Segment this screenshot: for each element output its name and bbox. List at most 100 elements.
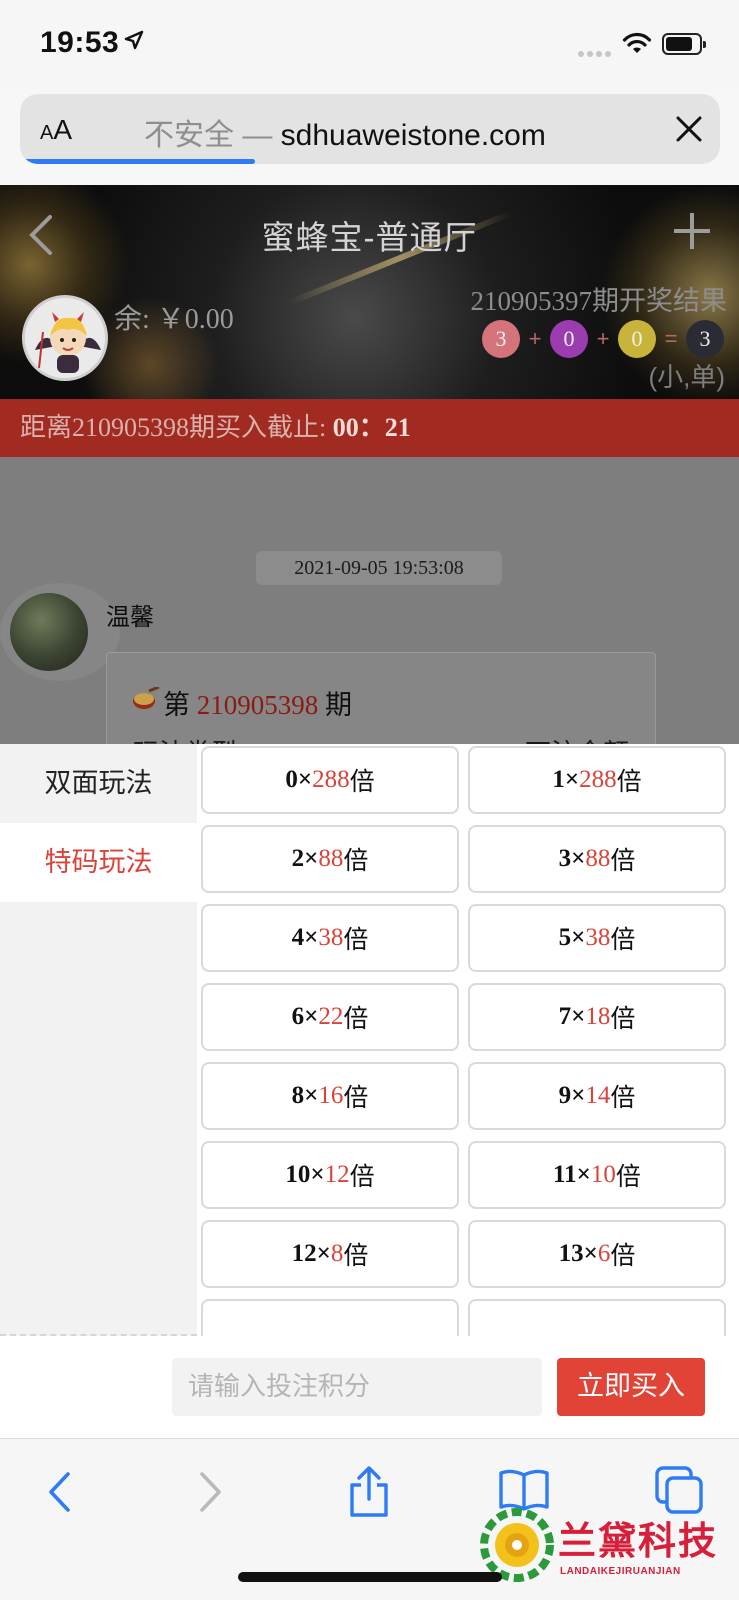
odds-option-3[interactable]: 3 × 88 倍 — [468, 825, 726, 893]
tab-special-number[interactable]: 特码玩法 — [0, 823, 197, 902]
odds-multiplier: 6 — [597, 1240, 611, 1267]
page-load-progress — [24, 159, 255, 164]
odds-option-11[interactable]: 11 × 10 倍 — [468, 1141, 726, 1209]
odds-multiplier: 10 — [590, 1161, 616, 1188]
odds-number: 6 — [291, 1003, 305, 1030]
cellular-signal-icon — [578, 44, 614, 57]
back-icon[interactable] — [46, 1471, 72, 1513]
url-text[interactable]: 不安全 — sdhuaweistone.com — [144, 110, 546, 154]
times-sign: × — [310, 1161, 325, 1188]
result-balls: 3 + 0 + 0 = 3 — [482, 319, 724, 359]
odds-number: 9 — [558, 1082, 572, 1109]
times-sign: × — [316, 1240, 331, 1267]
brand-watermark: 兰黛科技 LANDAIKEJIRUANJIAN — [480, 1506, 730, 1592]
user-avatar[interactable] — [22, 295, 108, 381]
odds-number: 0 — [285, 766, 298, 793]
times-sign: × — [304, 1003, 319, 1030]
odds-option-1[interactable]: 1 × 288 倍 — [468, 746, 726, 814]
buy-now-button[interactable]: 立即买入 — [557, 1358, 705, 1416]
odds-unit: 倍 — [610, 927, 636, 954]
purchase-bar: 立即买入 — [0, 1336, 739, 1438]
odds-unit: 倍 — [610, 1085, 636, 1112]
close-icon[interactable] — [672, 112, 706, 146]
odds-option-10[interactable]: 10 × 12 倍 — [201, 1141, 459, 1209]
url-domain: sdhuaweistone.com — [280, 119, 546, 152]
odds-multiplier: 38 — [318, 924, 344, 951]
odds-option-6[interactable]: 6 × 22 倍 — [201, 983, 459, 1051]
result-operator: + — [528, 326, 542, 351]
times-sign: × — [571, 845, 586, 872]
url-separator: — — [234, 119, 281, 152]
share-icon[interactable] — [346, 1465, 392, 1519]
bet-points-input[interactable] — [172, 1358, 542, 1416]
forward-icon[interactable] — [198, 1471, 224, 1513]
insecure-label: 不安全 — [144, 119, 234, 152]
bet-selection-sheet: 双面玩法 特码玩法 0 × 288 倍 1 × 288 倍 2 × 88 倍 3 × 88 倍 4 × 38 倍 5 × 3… — [0, 744, 739, 1336]
room-header: 蜜蜂宝-普通厅 余: ￥0.00 210905397期开奖结果 3 + 0 + … — [0, 185, 739, 399]
odds-option-9[interactable]: 9 × 14 倍 — [468, 1062, 726, 1130]
odds-multiplier: 14 — [585, 1082, 611, 1109]
chat-username: 温馨 — [106, 604, 154, 631]
times-sign: × — [304, 924, 319, 951]
countdown-label: 距离210905398期买入截止: — [20, 413, 333, 442]
odds-option-partial[interactable] — [468, 1299, 726, 1336]
odds-unit: 倍 — [343, 927, 369, 954]
odds-number: 2 — [291, 845, 305, 872]
odds-option-0[interactable]: 0 × 288 倍 — [201, 746, 459, 814]
odds-multiplier: 88 — [585, 845, 611, 872]
chat-area: 2021-09-05 19:53:08 温馨 第 210905398 期 玩法类… — [0, 457, 739, 744]
odds-unit: 倍 — [615, 1164, 641, 1191]
odds-unit: 倍 — [610, 848, 636, 875]
odds-multiplier: 288 — [312, 766, 350, 793]
odds-unit: 倍 — [616, 769, 642, 796]
odds-option-4[interactable]: 4 × 38 倍 — [201, 904, 459, 972]
odds-multiplier: 18 — [585, 1003, 611, 1030]
wifi-icon — [622, 32, 652, 53]
odds-option-2[interactable]: 2 × 88 倍 — [201, 825, 459, 893]
result-ball: 0 — [550, 320, 588, 358]
status-time: 19:53 — [40, 26, 120, 59]
odds-unit: 倍 — [349, 769, 375, 796]
watermark-name: 兰黛科技 — [558, 1519, 719, 1563]
period-number: 210905398 — [196, 690, 319, 720]
odds-option-7[interactable]: 7 × 18 倍 — [468, 983, 726, 1051]
odds-multiplier: 22 — [318, 1003, 344, 1030]
result-operator: + — [596, 326, 610, 351]
gong-icon — [133, 687, 160, 709]
plus-icon[interactable] — [672, 211, 712, 251]
result-ball: 3 — [686, 320, 724, 358]
odds-option-5[interactable]: 5 × 38 倍 — [468, 904, 726, 972]
odds-option-8[interactable]: 8 × 16 倍 — [201, 1062, 459, 1130]
odds-unit: 倍 — [343, 1006, 369, 1033]
odds-option-12[interactable]: 12 × 8 倍 — [201, 1220, 459, 1288]
result-operator: = — [664, 326, 678, 351]
odds-multiplier: 12 — [324, 1161, 350, 1188]
odds-unit: 倍 — [610, 1243, 636, 1270]
odds-number: 4 — [291, 924, 305, 951]
odds-number: 1 — [552, 766, 565, 793]
chat-user-avatar[interactable] — [10, 593, 88, 671]
odds-multiplier: 38 — [585, 924, 611, 951]
bet-period: 第 210905398 期 — [163, 683, 352, 722]
odds-number: 11 — [553, 1161, 577, 1188]
reader-aa-button[interactable]: AA — [40, 114, 72, 146]
odds-option-partial[interactable] — [201, 1299, 459, 1336]
odds-number: 10 — [285, 1161, 311, 1188]
odds-option-13[interactable]: 13 × 6 倍 — [468, 1220, 726, 1288]
times-sign: × — [571, 1082, 586, 1109]
odds-multiplier: 8 — [330, 1240, 344, 1267]
bookmarks-icon[interactable] — [498, 1467, 550, 1511]
times-sign: × — [564, 766, 580, 793]
address-bar[interactable]: AA 不安全 — sdhuaweistone.com — [20, 94, 720, 164]
tab-double-side[interactable]: 双面玩法 — [0, 744, 197, 823]
odds-number: 8 — [291, 1082, 305, 1109]
bet-message-bubble[interactable]: 第 210905398 期 玩法类型 下注金额 — [106, 652, 656, 744]
room-title: 蜜蜂宝-普通厅 — [261, 219, 478, 256]
balance-label: 余: ￥0.00 — [114, 304, 234, 335]
odds-grid: 0 × 288 倍 1 × 288 倍 2 × 88 倍 3 × 88 倍 4 × 38 倍 5 × 38 倍 6 × 22 倍 7 × 1… — [197, 744, 739, 1336]
result-ball: 0 — [618, 320, 656, 358]
home-indicator[interactable] — [238, 1572, 502, 1582]
times-sign: × — [571, 924, 586, 951]
times-sign: × — [571, 1003, 586, 1030]
odds-number: 3 — [558, 845, 572, 872]
